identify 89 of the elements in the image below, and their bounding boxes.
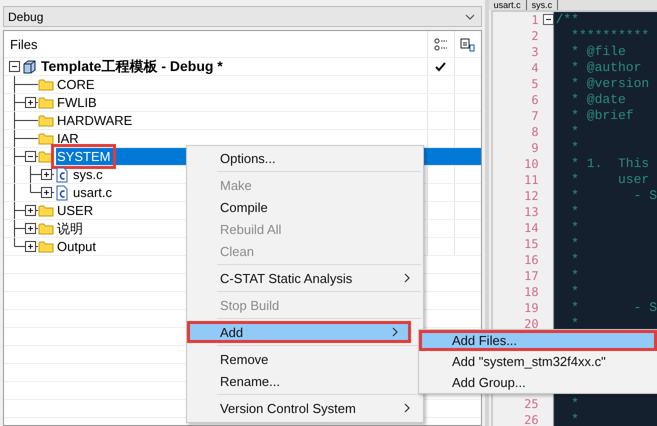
line-number: 13 — [524, 205, 539, 219]
menu-item[interactable]: Compile — [187, 196, 423, 218]
folder-icon — [38, 202, 54, 218]
configuration-dropdown[interactable]: Debug — [3, 6, 482, 27]
menu-item[interactable]: Add Group... — [419, 372, 657, 393]
line-number: 7 — [531, 109, 539, 123]
line-number: 5 — [531, 77, 539, 91]
code-line: * 1. This — [570, 156, 650, 172]
line-number: 14 — [524, 221, 539, 235]
code-line: * — [570, 396, 580, 412]
collapse-icon[interactable] — [25, 151, 36, 162]
tree-item[interactable]: IAR — [55, 130, 81, 147]
tree-item[interactable]: usart.c — [71, 184, 114, 201]
line-number: 9 — [531, 141, 539, 155]
tree-item[interactable]: sys.c — [71, 166, 105, 183]
tree-item[interactable]: FWLIB — [55, 94, 99, 111]
line-number: 20 — [524, 317, 539, 331]
tree-connector — [14, 76, 38, 93]
tree-connector — [14, 112, 38, 129]
code-line: * @author — [570, 60, 642, 76]
tree-item[interactable]: Template工程模板 - Debug * — [39, 58, 225, 75]
line-number: 16 — [524, 253, 539, 267]
expand-icon[interactable] — [25, 223, 36, 234]
tree-item[interactable]: CORE — [55, 76, 97, 93]
code-line: * @version — [570, 76, 650, 92]
code-line: * — [570, 220, 580, 236]
tree-item[interactable]: Output — [55, 238, 98, 255]
code-line: * @file — [570, 44, 627, 60]
expand-icon[interactable] — [25, 97, 36, 108]
code-line: * — [570, 268, 580, 284]
code-line: * — [570, 236, 580, 252]
line-number: 8 — [531, 125, 539, 139]
dots-icon[interactable] — [433, 36, 448, 52]
code-line: * — [570, 316, 580, 332]
line-number: 3 — [531, 45, 539, 59]
expand-icon[interactable] — [41, 187, 52, 198]
tree-item[interactable]: 说明 — [55, 220, 85, 237]
folder-icon — [38, 112, 54, 128]
menu-item[interactable]: Options... — [187, 147, 423, 169]
expand-icon[interactable] — [41, 169, 52, 180]
code-line: * — [570, 140, 580, 156]
c-file-icon — [54, 166, 70, 182]
line-number: 17 — [524, 269, 539, 283]
folder-icon — [38, 76, 54, 92]
line-number: 4 — [531, 61, 539, 75]
line-number: 1 — [531, 13, 539, 27]
code-line: * @brief — [570, 108, 635, 124]
code-line: ********** — [570, 28, 650, 44]
line-number: 19 — [524, 301, 539, 315]
line-number: 15 — [524, 237, 539, 251]
code-line: /** — [556, 12, 580, 28]
line-number: 2 — [531, 29, 539, 43]
chevron-icon — [464, 12, 475, 20]
c-file-icon — [54, 184, 70, 200]
line-number: 6 — [531, 93, 539, 107]
tree-connector — [14, 130, 38, 147]
folder-icon — [38, 130, 54, 146]
line-number: 18 — [524, 285, 539, 299]
columns-icon[interactable] — [460, 36, 476, 52]
code-line: * - S — [570, 300, 657, 316]
code-line: * @date — [570, 92, 627, 108]
code-line: * — [570, 124, 580, 140]
collapse-icon[interactable] — [542, 14, 554, 25]
menu-item[interactable]: Add — [187, 321, 411, 343]
folder-icon — [38, 238, 54, 254]
line-number: 26 — [524, 413, 539, 426]
menu-item[interactable]: Version Control System — [187, 397, 423, 419]
line-number: 25 — [524, 397, 539, 411]
column-header: Files — [9, 36, 38, 54]
line-number: 11 — [524, 173, 539, 187]
line-number: 10 — [524, 157, 539, 171]
expand-icon[interactable] — [25, 241, 36, 252]
code-line: * — [570, 204, 580, 220]
menu-item[interactable]: Add "system_stm32f4xx.c" — [419, 351, 657, 372]
tree-item[interactable]: HARDWARE — [55, 112, 134, 129]
project-icon — [22, 58, 38, 74]
tree-item[interactable]: USER — [55, 202, 96, 219]
menu-item[interactable]: C-STAT Static Analysis — [187, 267, 423, 289]
code-line: * user — [570, 172, 650, 188]
collapse-icon[interactable] — [9, 61, 20, 72]
code-line: * — [570, 284, 580, 300]
menu-item[interactable]: Add Files... — [419, 330, 657, 351]
code-line: * — [570, 412, 580, 426]
line-number: 12 — [524, 189, 539, 203]
code-line: * - S — [570, 188, 657, 204]
expand-icon[interactable] — [25, 205, 36, 216]
code-line: * — [570, 252, 580, 268]
folder-icon — [38, 94, 54, 110]
folder-icon — [38, 220, 54, 236]
